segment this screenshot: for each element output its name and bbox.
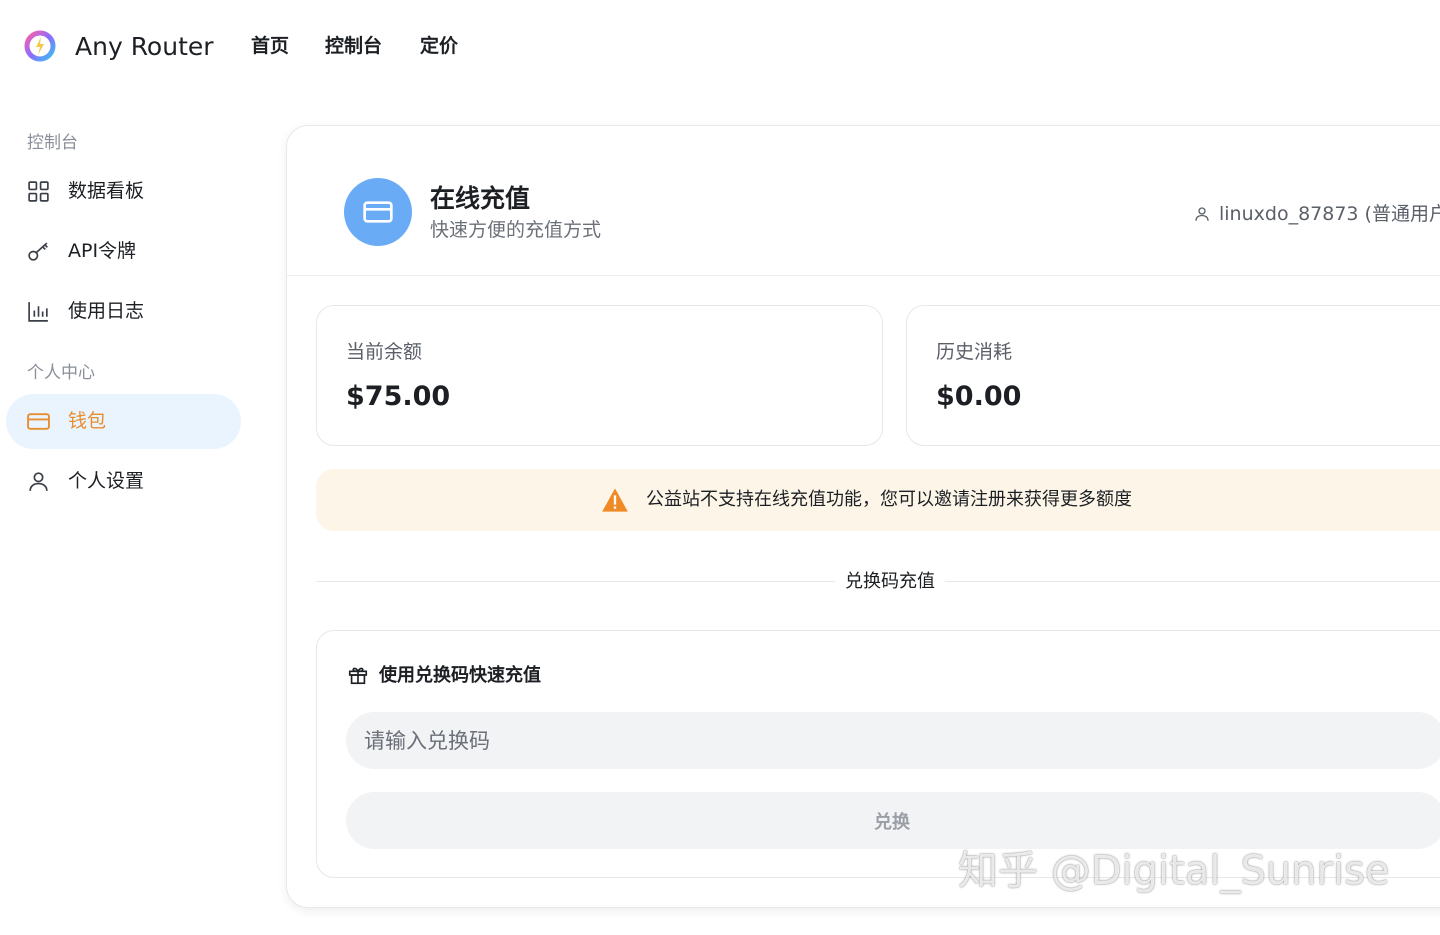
nav-home[interactable]: 首页: [251, 32, 289, 60]
warning-icon: [602, 488, 628, 512]
sidebar-item-wallet[interactable]: 钱包: [6, 394, 241, 449]
sidebar: 控制台 数据看板 API令牌 使用日志 个人中心 钱包 个人设置: [0, 92, 260, 935]
top-navbar: Any Router 首页 控制台 定价: [0, 0, 1440, 92]
app-logo-icon[interactable]: [24, 30, 56, 62]
credit-card-icon: [27, 413, 50, 430]
warning-banner: 公益站不支持在线充值功能，您可以邀请注册来获得更多额度: [316, 469, 1440, 531]
stat-label: 当前余额: [346, 341, 423, 363]
sidebar-group-console: 控制台: [27, 133, 78, 153]
page-title: 在线充值: [430, 184, 531, 213]
sidebar-item-personal-settings[interactable]: 个人设置: [6, 454, 241, 509]
current-user: linuxdo_87873 (普通用户): [1193, 200, 1440, 228]
bar-chart-icon: [28, 302, 48, 322]
sidebar-item-label: 使用日志: [68, 300, 145, 322]
redeem-code-input[interactable]: [346, 712, 1440, 769]
watermark: 知乎 @Digital_Sunrise: [958, 848, 1390, 894]
gift-icon: [348, 667, 368, 685]
key-icon: [28, 242, 48, 261]
balance-stat-card: 当前余额 $75.00: [316, 305, 883, 446]
history-consumption-stat-card: 历史消耗 $0.00: [906, 305, 1440, 446]
nav-pricing[interactable]: 定价: [420, 32, 458, 60]
wallet-card: 在线充值 快速方便的充值方式 linuxdo_87873 (普通用户) 当前余额…: [286, 125, 1440, 908]
user-icon: [29, 472, 48, 491]
card-header: 在线充值 快速方便的充值方式 linuxdo_87873 (普通用户): [287, 126, 1440, 276]
sidebar-item-dashboard[interactable]: 数据看板: [6, 164, 241, 219]
sidebar-item-label: 个人设置: [68, 470, 145, 492]
sidebar-item-label: 钱包: [68, 410, 107, 432]
user-icon: [1195, 207, 1209, 221]
sidebar-item-label: API令牌: [68, 240, 137, 262]
history-consumption-value: $0.00: [936, 381, 1022, 412]
sidebar-item-usage-logs[interactable]: 使用日志: [6, 284, 241, 339]
current-balance-value: $75.00: [346, 381, 451, 412]
page-subtitle: 快速方便的充值方式: [430, 219, 602, 241]
credit-card-icon: [363, 201, 393, 223]
sidebar-group-personal: 个人中心: [27, 363, 95, 383]
sidebar-item-label: 数据看板: [68, 180, 145, 202]
redeem-title: 使用兑换码快速充值: [379, 665, 541, 686]
card-header-icon: [344, 178, 412, 246]
warning-text: 公益站不支持在线充值功能，您可以邀请注册来获得更多额度: [646, 489, 1132, 510]
user-name: linuxdo_87873 (普通用户): [1219, 203, 1440, 225]
dashboard-grid-icon: [28, 181, 49, 202]
sidebar-item-api-tokens[interactable]: API令牌: [6, 224, 241, 279]
nav-console[interactable]: 控制台: [325, 32, 382, 60]
app-title[interactable]: Any Router: [75, 30, 214, 64]
section-divider-label: 兑换码充值: [835, 568, 945, 596]
stat-label: 历史消耗: [936, 341, 1013, 363]
